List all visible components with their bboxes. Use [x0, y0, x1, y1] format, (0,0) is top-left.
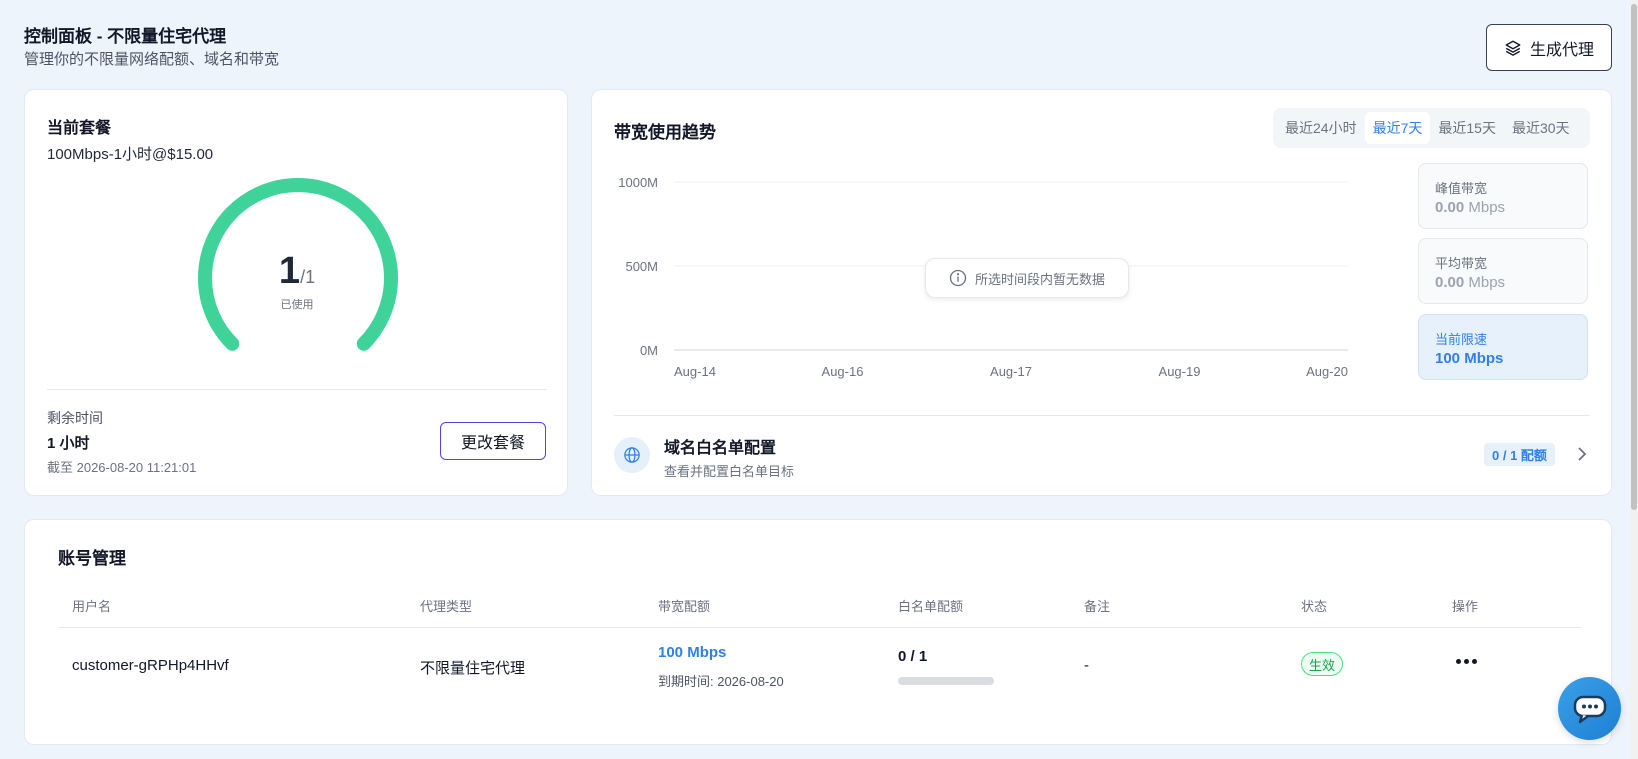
plan-value: 100Mbps-1小时@$15.00 — [47, 146, 214, 163]
tab-30d[interactable]: 最近30天 — [1504, 112, 1578, 144]
remaining-time-value: 1 小时 — [47, 435, 90, 452]
dot — [1455, 658, 1461, 664]
note-cell: - — [1084, 657, 1089, 674]
account-management-card: 账号管理 用户名 代理类型 带宽配额 白名单配额 备注 状态 操作 custom… — [24, 519, 1612, 745]
x-tick-label: Aug-20 — [1306, 364, 1348, 379]
col-actions: 操作 — [1452, 599, 1479, 614]
plan-label: 当前套餐 — [47, 120, 112, 137]
col-username: 用户名 — [72, 599, 112, 614]
page-title: 控制面板 - 不限量住宅代理 — [24, 27, 227, 46]
account-title: 账号管理 — [58, 549, 126, 568]
bandwidth-expiry-cell: 到期时间: 2026-08-20 — [658, 674, 784, 689]
average-bandwidth-stat: 平均带宽 0.00 Mbps — [1418, 238, 1588, 304]
y-tick-label: 1000M — [618, 175, 658, 190]
peak-label: 峰值带宽 — [1435, 181, 1488, 196]
gauge-value: 1/1 — [25, 250, 569, 293]
peak-number: 0.00 — [1435, 199, 1465, 216]
x-tick-label: Aug-16 — [822, 364, 864, 379]
no-data-text: 所选时间段内暂无数据 — [974, 271, 1105, 287]
no-data-tooltip: 所选时间段内暂无数据 — [925, 258, 1129, 298]
x-tick-label: Aug-17 — [990, 364, 1032, 379]
proxy-type-cell: 不限量住宅代理 — [420, 660, 526, 677]
generate-proxy-label: 生成代理 — [1529, 41, 1594, 59]
table-header-divider — [58, 627, 1581, 628]
peak-value: 0.00 Mbps — [1435, 199, 1571, 216]
whitelist-title[interactable]: 域名白名单配置 — [664, 434, 776, 458]
username-cell: customer-gRPHp4HHvf — [72, 657, 229, 674]
chat-support-button[interactable] — [1558, 677, 1621, 740]
globe-icon — [614, 437, 650, 473]
y-tick-label: 0M — [640, 343, 658, 358]
col-status: 状态 — [1301, 599, 1328, 614]
dot — [1463, 658, 1469, 664]
average-value: 0.00 Mbps — [1435, 274, 1571, 291]
divider — [614, 415, 1590, 416]
col-whitelist: 白名单配额 — [898, 599, 964, 614]
average-unit: Mbps — [1468, 274, 1506, 291]
limit-label: 当前限速 — [1435, 332, 1488, 347]
change-plan-button[interactable]: 更改套餐 — [440, 422, 546, 460]
whitelist-quota-cell: 0 / 1 — [898, 648, 928, 665]
whitelist-subtitle: 查看并配置白名单目标 — [664, 464, 795, 479]
expiry-text: 截至 2026-08-20 11:21:01 — [47, 460, 197, 475]
bandwidth-quota-cell: 100 Mbps — [658, 644, 727, 661]
more-actions-button[interactable] — [1451, 648, 1481, 674]
divider — [47, 389, 547, 390]
current-plan-card: 当前套餐 100Mbps-1小时@$15.00 1/1 已使用 剩余时间 1 小… — [24, 89, 568, 496]
x-tick-label: Aug-14 — [674, 364, 716, 379]
tab-15d[interactable]: 最近15天 — [1430, 112, 1504, 144]
bandwidth-trend-card: 带宽使用趋势 最近24小时 最近7天 最近15天 最近30天 1000M 500M… — [591, 89, 1612, 496]
y-tick-label: 500M — [625, 259, 658, 274]
limit-value: 100 Mbps — [1435, 350, 1504, 367]
gauge-caption: 已使用 — [280, 299, 314, 311]
page-subtitle: 管理你的不限量网络配额、域名和带宽 — [24, 51, 280, 68]
x-tick-label: Aug-19 — [1159, 364, 1201, 379]
tab-24h[interactable]: 最近24小时 — [1277, 112, 1365, 144]
generate-proxy-button[interactable]: 生成代理 — [1486, 24, 1612, 71]
gauge-total: /1 — [300, 267, 316, 287]
layers-icon — [1505, 40, 1521, 56]
bandwidth-title: 带宽使用趋势 — [614, 123, 716, 142]
chevron-right-icon[interactable] — [1574, 444, 1590, 464]
col-bandwidth: 带宽配额 — [658, 599, 711, 614]
current-limit-stat: 当前限速 100 Mbps — [1418, 314, 1588, 380]
scrollbar-thumb[interactable] — [1631, 4, 1637, 510]
chat-icon — [1573, 695, 1606, 723]
whitelist-quota-badge: 0 / 1 配额 — [1484, 443, 1555, 466]
whitelist-progress-bar — [898, 677, 994, 685]
peak-unit: Mbps — [1468, 199, 1506, 216]
average-label: 平均带宽 — [1435, 256, 1488, 271]
status-badge: 生效 — [1301, 652, 1343, 676]
info-icon — [949, 269, 967, 287]
dot — [1471, 658, 1477, 664]
gauge-used: 1 — [278, 250, 301, 292]
remaining-time-label: 剩余时间 — [47, 410, 103, 426]
col-note: 备注 — [1084, 599, 1111, 614]
time-range-tabs: 最近24小时 最近7天 最近15天 最近30天 — [1273, 108, 1590, 148]
col-proxy-type: 代理类型 — [420, 599, 473, 614]
tab-7d[interactable]: 最近7天 — [1364, 112, 1431, 144]
average-number: 0.00 — [1435, 274, 1465, 291]
peak-bandwidth-stat: 峰值带宽 0.00 Mbps — [1418, 163, 1588, 229]
